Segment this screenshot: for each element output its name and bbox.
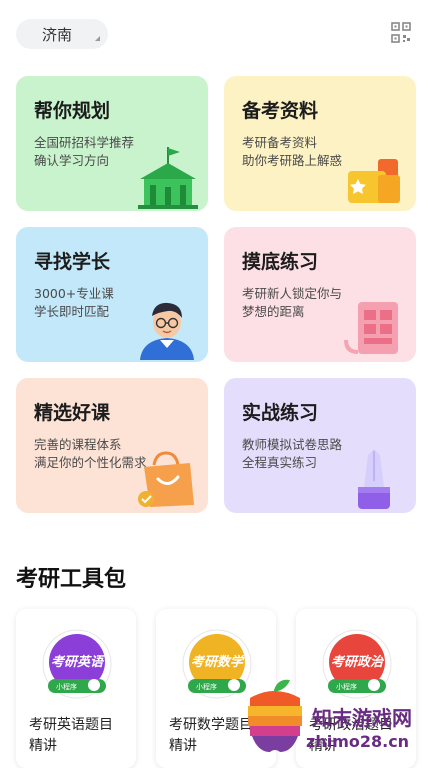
card-find-senior[interactable]: 寻找学长 3000+专业课 学长即时匹配: [16, 227, 208, 362]
card-desc-line: 考研新人锁定你与: [242, 286, 343, 301]
apple-logo-icon: [248, 679, 302, 752]
card-desc: 考研备考资料 助你考研路上解惑: [242, 134, 342, 170]
tool-label: 考研英语题目 精讲: [29, 715, 131, 757]
dropdown-caret-icon: [95, 36, 100, 41]
top-bar: 济南: [0, 0, 432, 70]
exam-paper-icon: [344, 302, 398, 354]
tool-card-english[interactable]: 考研英语 小程序 考研英语题目 精讲: [16, 609, 136, 768]
card-desc-line: 梦想的距离: [242, 304, 305, 319]
badge-label: 考研英语: [50, 655, 103, 670]
card-desc-line: 确认学习方向: [34, 153, 110, 168]
card-desc-line: 3000+专业课: [34, 286, 114, 301]
card-desc-line: 全国研招科学推荐: [34, 135, 135, 150]
badge-label: 考研数学: [190, 655, 243, 670]
card-desc-line: 全程真实练习: [242, 455, 318, 470]
card-desc-line: 满足你的个性化需求: [34, 455, 147, 470]
city-selector[interactable]: 济南: [16, 19, 108, 49]
card-desc: 3000+专业课 学长即时匹配: [34, 285, 114, 321]
card-title: 摸底练习: [242, 251, 319, 273]
pen-nib-icon: [358, 449, 390, 509]
school-flag-icon: [138, 147, 198, 209]
documents-icon: [348, 159, 400, 203]
card-title: 实战练习: [242, 402, 319, 424]
card-desc-line: 助你考研路上解惑: [242, 153, 343, 168]
tool-label-line: 精讲: [29, 738, 57, 754]
card-desc-line: 考研备考资料: [242, 135, 318, 150]
card-title: 寻找学长: [34, 251, 111, 273]
card-desc-line: 教师模拟试卷思路: [242, 437, 343, 452]
card-diagnostic[interactable]: 摸底练习 考研新人锁定你与 梦想的距离: [224, 227, 416, 362]
card-plan[interactable]: 帮你规划 全国研招科学推荐 确认学习方向: [16, 76, 208, 211]
card-title: 备考资料: [242, 100, 319, 122]
card-desc-line: 完善的课程体系: [34, 437, 122, 452]
badge-label: 考研政治: [330, 655, 383, 670]
card-materials[interactable]: 备考资料 考研备考资料 助你考研路上解惑: [224, 76, 416, 211]
badge-sub-label: 小程序: [196, 683, 217, 691]
toolkit-title: 考研工具包: [16, 567, 127, 592]
shopping-bag-icon: [138, 451, 194, 507]
card-courses[interactable]: 精选好课 完善的课程体系 满足你的个性化需求: [16, 378, 208, 513]
watermark-title: 知末游戏网: [312, 706, 412, 730]
card-title: 精选好课: [34, 402, 111, 424]
watermark: 知末游戏网 zhimo28.cn: [240, 676, 430, 766]
city-label: 济南: [42, 25, 73, 44]
card-desc: 教师模拟试卷思路 全程真实练习: [242, 436, 342, 472]
card-desc-line: 学长即时匹配: [34, 304, 110, 319]
card-desc: 完善的课程体系 满足你的个性化需求: [34, 436, 147, 472]
badge-sub-label: 小程序: [56, 683, 77, 691]
watermark-url: zhimo28.cn: [306, 732, 410, 751]
card-title: 帮你规划: [34, 100, 111, 122]
senior-avatar-icon: [140, 302, 194, 360]
card-desc: 全国研招科学推荐 确认学习方向: [34, 134, 134, 170]
card-desc: 考研新人锁定你与 梦想的距离: [242, 285, 342, 321]
tool-label-line: 考研英语题目: [29, 717, 113, 733]
qr-scan-icon[interactable]: [391, 22, 411, 44]
card-practice[interactable]: 实战练习 教师模拟试卷思路 全程真实练习: [224, 378, 416, 513]
